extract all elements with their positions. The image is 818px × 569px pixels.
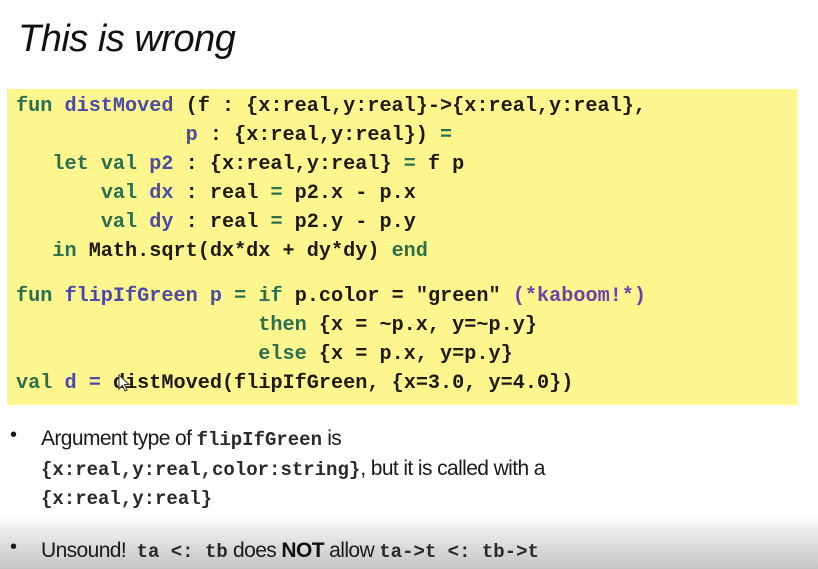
code-text: : {x:real,y:real}) [197, 124, 441, 147]
inline-code: flipIfGreen [196, 429, 322, 451]
keyword-in: in [52, 240, 77, 263]
slide-title: This is wrong [18, 18, 236, 60]
bullet-line: {x:real,y:real,color:string}, but it is … [41, 454, 545, 485]
keyword-val: val [16, 372, 53, 395]
bullet-dot: • [10, 536, 18, 558]
operator-equals: = [440, 124, 453, 147]
identifier-flipIfGreen: flipIfGreen [64, 285, 198, 308]
keyword-let: let [52, 153, 89, 176]
code-text: {x = p.x, y=p.y} [306, 343, 513, 366]
emphasis-text: NOT [281, 539, 324, 562]
code-line-2: p : {x:real,y:real}) = [16, 124, 453, 147]
identifier-dy: dy [149, 211, 174, 234]
identifier-p: p [185, 124, 198, 147]
code-text: distMoved(flipIfGreen, {x=3.0, y=4.0}) [100, 372, 574, 395]
keyword-fun: fun [16, 285, 53, 308]
identifier-dx: dx [149, 182, 174, 205]
code-line-4: val dx : real = p2.x - p.x [16, 182, 416, 205]
keyword-val: val [100, 153, 138, 176]
bullet-text: Unsound! [41, 539, 137, 562]
keyword-val: val [100, 211, 138, 234]
bullet-line: Unsound! ta <: tb does NOT allow ta->t <… [41, 536, 539, 567]
code-comment: (*kaboom!*) [512, 285, 647, 308]
operator-equals: = [234, 285, 247, 308]
inline-code: {x:real,y:real} [41, 488, 213, 510]
operator-equals: = [88, 372, 101, 395]
identifier-p2: p2 [149, 153, 174, 176]
code-text: : real [173, 182, 271, 205]
code-text: p.color = "green" [282, 285, 513, 308]
code-text: f p [415, 153, 465, 176]
code-line-9: else {x = p.x, y=p.y} [16, 343, 513, 366]
code-line-5: val dy : real = p2.y - p.y [16, 211, 416, 234]
code-text: p2.y - p.y [282, 211, 416, 234]
code-text: : real [173, 211, 271, 234]
inline-code: {x:real,y:real,color:string} [41, 459, 361, 481]
keyword-then: then [258, 314, 307, 337]
bullet-text: allow [323, 539, 380, 562]
code-line-8: then {x = ~p.x, y=~p.y} [16, 314, 537, 337]
bullet-line: {x:real,y:real} [41, 483, 212, 514]
inline-code: ta <: tb [136, 541, 228, 563]
bullet-line: Argument type of flipIfGreen is [41, 424, 342, 455]
code-block: fun distMoved (f : {x:real,y:real}->{x:r… [16, 92, 646, 398]
keyword-fun: fun [16, 95, 53, 118]
bullet-text: does [227, 539, 282, 562]
code-text: {x = ~p.x, y=~p.y} [306, 314, 537, 337]
bullet-text: is [321, 427, 342, 450]
identifier-d: d [64, 372, 77, 395]
code-gap [16, 266, 646, 282]
identifier-distMoved: distMoved [64, 95, 174, 118]
operator-equals: = [270, 211, 283, 234]
code-text: (f : {x:real,y:real}->{x:real,y:real}, [173, 95, 646, 118]
code-text: Math.sqrt(dx*dx + dy*dy) [76, 240, 392, 263]
operator-equals: = [270, 182, 283, 205]
keyword-else: else [258, 343, 307, 366]
bullet-text: , but it is called with a [360, 457, 545, 480]
identifier-p: p [209, 285, 222, 308]
code-text: p2.x - p.x [282, 182, 416, 205]
mouse-cursor-icon [118, 374, 130, 392]
bullet-dot: • [10, 424, 18, 446]
keyword-val: val [100, 182, 138, 205]
inline-code: ta->t <: tb->t [379, 541, 539, 563]
code-line-7: fun flipIfGreen p = if p.color = "green"… [16, 285, 646, 308]
code-line-3: let val p2 : {x:real,y:real} = f p [16, 153, 464, 176]
code-line-10: val d = distMoved(flipIfGreen, {x=3.0, y… [16, 372, 573, 395]
keyword-if: if [258, 285, 283, 308]
operator-equals: = [403, 153, 416, 176]
code-line-1: fun distMoved (f : {x:real,y:real}->{x:r… [16, 95, 646, 118]
bullet-text: Argument type of [41, 427, 197, 450]
code-text: : {x:real,y:real} [173, 153, 404, 176]
code-line-6: in Math.sqrt(dx*dx + dy*dy) end [16, 240, 428, 263]
keyword-end: end [391, 240, 428, 263]
